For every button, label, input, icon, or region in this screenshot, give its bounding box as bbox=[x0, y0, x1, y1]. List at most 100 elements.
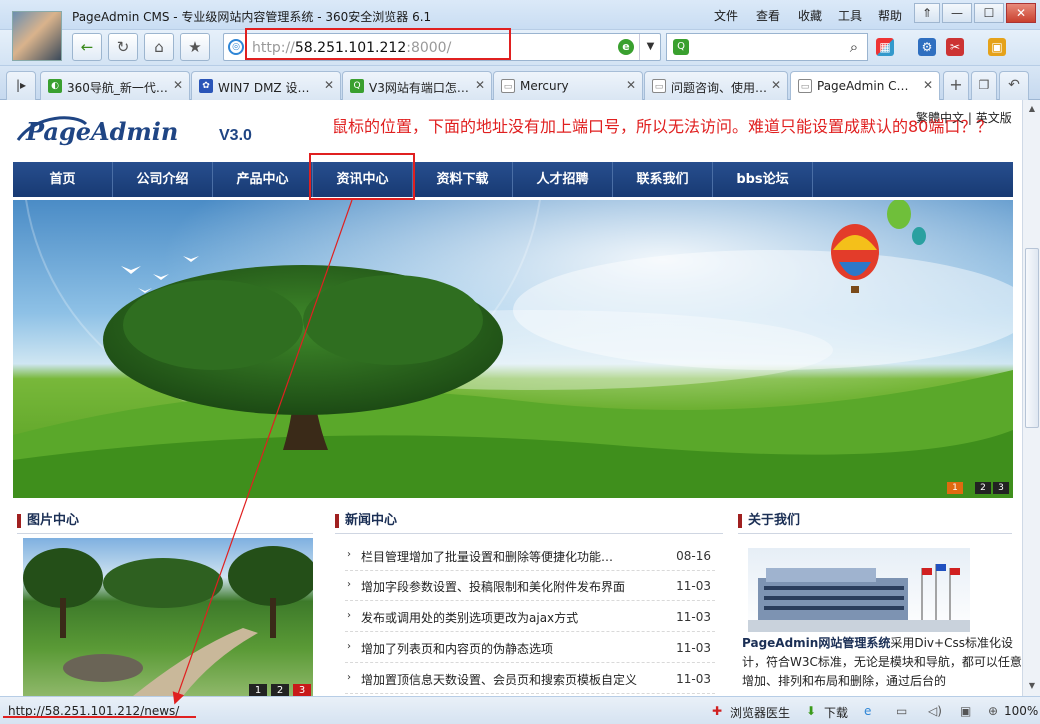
hero-banner[interactable]: 1 2 3 bbox=[13, 200, 1013, 498]
section-gallery-title: 图片中心 bbox=[17, 510, 313, 534]
search-tab-icon: Q bbox=[350, 79, 364, 93]
ie-mode-icon[interactable]: e bbox=[618, 39, 634, 55]
home-button[interactable]: ⌂ bbox=[144, 33, 174, 61]
image-icon[interactable]: ▣ bbox=[960, 704, 971, 718]
news-bullet-icon: › bbox=[347, 549, 351, 560]
news-title[interactable]: 增加置顶信息天数设置、会员页和搜索页模板自定义 bbox=[361, 671, 637, 688]
window-icon[interactable]: ▭ bbox=[896, 704, 907, 718]
nav-item-products[interactable]: 产品中心 bbox=[213, 162, 313, 197]
window-titlebar: PageAdmin CMS - 专业级网站内容管理系统 - 360安全浏览器 6… bbox=[0, 0, 1040, 30]
nav-item-home[interactable]: 首页 bbox=[13, 162, 113, 197]
skin-button[interactable]: ⇑ bbox=[914, 3, 940, 23]
user-avatar[interactable] bbox=[12, 11, 62, 61]
scroll-thumb[interactable] bbox=[1025, 248, 1039, 428]
gallery-page-3[interactable]: 3 bbox=[293, 684, 311, 696]
gallery-page-1[interactable]: 1 bbox=[249, 684, 267, 696]
site-main-nav: 首页 公司介绍 产品中心 资讯中心 资料下载 人才招聘 联系我们 bbs论坛 bbox=[13, 162, 1013, 197]
menu-tools[interactable]: 工具 bbox=[838, 7, 862, 24]
close-icon[interactable]: ✕ bbox=[324, 78, 334, 92]
address-dropdown-icon[interactable]: ▼ bbox=[639, 34, 661, 60]
nav-item-jobs[interactable]: 人才招聘 bbox=[513, 162, 613, 197]
annotation-text: 鼠标的位置，下面的地址没有加上端口号，所以无法访问。难道只能设置成默认的80端口… bbox=[332, 117, 993, 136]
news-item[interactable]: › 增加置顶信息天数设置、会员页和搜索页模板自定义 11-03 bbox=[345, 664, 715, 694]
news-date: 11-03 bbox=[676, 641, 711, 655]
banner-dot-2[interactable]: 2 bbox=[975, 482, 991, 494]
banner-dot-1[interactable]: 1 bbox=[947, 482, 963, 494]
search-box[interactable]: Q ⌕ bbox=[666, 33, 868, 61]
logo-version: V3.0 bbox=[219, 127, 252, 144]
tab-win7-dmz[interactable]: ✿ WIN7 DMZ 设… ✕ bbox=[191, 71, 341, 100]
news-title[interactable]: 栏目管理增加了批量设置和删除等便捷化功能… bbox=[361, 548, 613, 565]
refresh-button[interactable]: ↻ bbox=[108, 33, 138, 61]
news-item[interactable]: › 发布或调用处的类别选项更改为ajax方式 11-03 bbox=[345, 602, 715, 632]
ie-icon[interactable]: e bbox=[864, 704, 871, 718]
undo-close-icon[interactable]: ↶ bbox=[999, 71, 1029, 100]
search-engine-icon[interactable]: Q bbox=[673, 39, 689, 55]
menu-help[interactable]: 帮助 bbox=[878, 7, 902, 24]
close-icon[interactable]: ✕ bbox=[771, 78, 781, 92]
scroll-down-icon[interactable]: ▼ bbox=[1024, 678, 1040, 694]
download-label[interactable]: 下载 bbox=[824, 704, 848, 721]
close-icon[interactable]: ✕ bbox=[923, 78, 933, 92]
tab-pageadmin[interactable]: ▭ PageAdmin C… ✕ bbox=[790, 71, 940, 101]
close-icon[interactable]: ✕ bbox=[173, 78, 183, 92]
gallery-page-2[interactable]: 2 bbox=[271, 684, 289, 696]
tab-label: 问题咨询、使用… bbox=[671, 81, 768, 95]
menu-view[interactable]: 查看 bbox=[756, 7, 780, 24]
news-item[interactable]: › 栏目管理增加了批量设置和删除等便捷化功能… 08-16 bbox=[345, 541, 715, 571]
nav-item-contact[interactable]: 联系我们 bbox=[613, 162, 713, 197]
gallery-photo[interactable] bbox=[23, 538, 313, 696]
browser-doctor-label[interactable]: 浏览器医生 bbox=[730, 704, 790, 721]
nav-item-bbs[interactable]: bbs论坛 bbox=[713, 162, 813, 197]
news-item[interactable]: › 增加了列表页和内容页的伪静态选项 11-03 bbox=[345, 633, 715, 663]
volume-icon[interactable]: ◁) bbox=[928, 704, 942, 718]
search-icon[interactable]: ⌕ bbox=[843, 36, 865, 58]
page-icon: ▭ bbox=[798, 79, 812, 93]
minimize-button[interactable]: — bbox=[942, 3, 972, 23]
sidebar-toggle[interactable]: |▸ bbox=[6, 71, 36, 100]
news-title[interactable]: 增加了列表页和内容页的伪静态选项 bbox=[361, 640, 553, 657]
menu-file[interactable]: 文件 bbox=[714, 7, 738, 24]
tab-bar: |▸ ◐ 360导航_新一代… ✕ ✿ WIN7 DMZ 设… ✕ Q V3网站… bbox=[0, 66, 1040, 101]
screenshot-icon[interactable]: ✂ bbox=[946, 38, 964, 56]
tab-label: WIN7 DMZ 设… bbox=[218, 81, 310, 95]
news-title[interactable]: 发布或调用处的类别选项更改为ajax方式 bbox=[361, 609, 578, 626]
address-highlight-box bbox=[245, 28, 511, 60]
back-button[interactable]: ← bbox=[72, 33, 102, 61]
favorite-button[interactable]: ★ bbox=[180, 33, 210, 61]
tools-wrench-icon[interactable]: ⚙ bbox=[918, 38, 936, 56]
close-icon[interactable]: ✕ bbox=[475, 78, 485, 92]
tab-question[interactable]: ▭ 问题咨询、使用… ✕ bbox=[644, 71, 788, 100]
close-icon[interactable]: ✕ bbox=[626, 78, 636, 92]
browser-toolbar: ← ↻ ⌂ ★ ◎ http://58.251.101.212:8000/ e … bbox=[0, 30, 1040, 66]
maximize-button[interactable]: ☐ bbox=[974, 3, 1004, 23]
tab-mercury[interactable]: ▭ Mercury ✕ bbox=[493, 71, 643, 100]
tab-360-nav[interactable]: ◐ 360导航_新一代… ✕ bbox=[40, 71, 190, 100]
extensions-icon[interactable]: ▣ bbox=[988, 38, 1006, 56]
new-tab-button[interactable]: + bbox=[943, 71, 969, 100]
360-icon: ◐ bbox=[48, 79, 62, 93]
download-icon[interactable]: ⬇ bbox=[806, 704, 816, 718]
page-icon: ▭ bbox=[652, 79, 666, 93]
nav-item-downloads[interactable]: 资料下载 bbox=[413, 162, 513, 197]
banner-dot-3[interactable]: 3 bbox=[993, 482, 1009, 494]
zoom-icon[interactable]: ⊕ bbox=[988, 704, 998, 718]
tab-v3-port[interactable]: Q V3网站有端口怎… ✕ bbox=[342, 71, 492, 100]
scroll-up-icon[interactable]: ▲ bbox=[1024, 101, 1040, 117]
doctor-icon[interactable]: ✚ bbox=[712, 704, 722, 718]
news-title[interactable]: 增加字段参数设置、投稿限制和美化附件发布界面 bbox=[361, 578, 625, 595]
nav-item-about[interactable]: 公司介绍 bbox=[113, 162, 213, 197]
tab-list-icon[interactable]: ❐ bbox=[971, 71, 997, 100]
site-logo[interactable]: PageAdmin V3.0 bbox=[16, 110, 266, 150]
status-url-underline bbox=[3, 716, 196, 718]
about-building-image[interactable] bbox=[748, 548, 970, 632]
news-item[interactable]: › 增加字段参数设置、投稿限制和美化附件发布界面 11-03 bbox=[345, 571, 715, 601]
vertical-scrollbar[interactable]: ▲ ▼ bbox=[1022, 100, 1040, 696]
tab-label: PageAdmin C… bbox=[817, 79, 909, 93]
logo-text: PageAdmin bbox=[25, 117, 178, 146]
close-button[interactable]: ✕ bbox=[1006, 3, 1036, 23]
security-shield-icon[interactable]: ◎ bbox=[228, 39, 244, 55]
zoom-level[interactable]: 100% bbox=[1004, 704, 1038, 718]
menu-favorites[interactable]: 收藏 bbox=[798, 7, 822, 24]
apps-icon[interactable]: ▦ bbox=[876, 38, 894, 56]
